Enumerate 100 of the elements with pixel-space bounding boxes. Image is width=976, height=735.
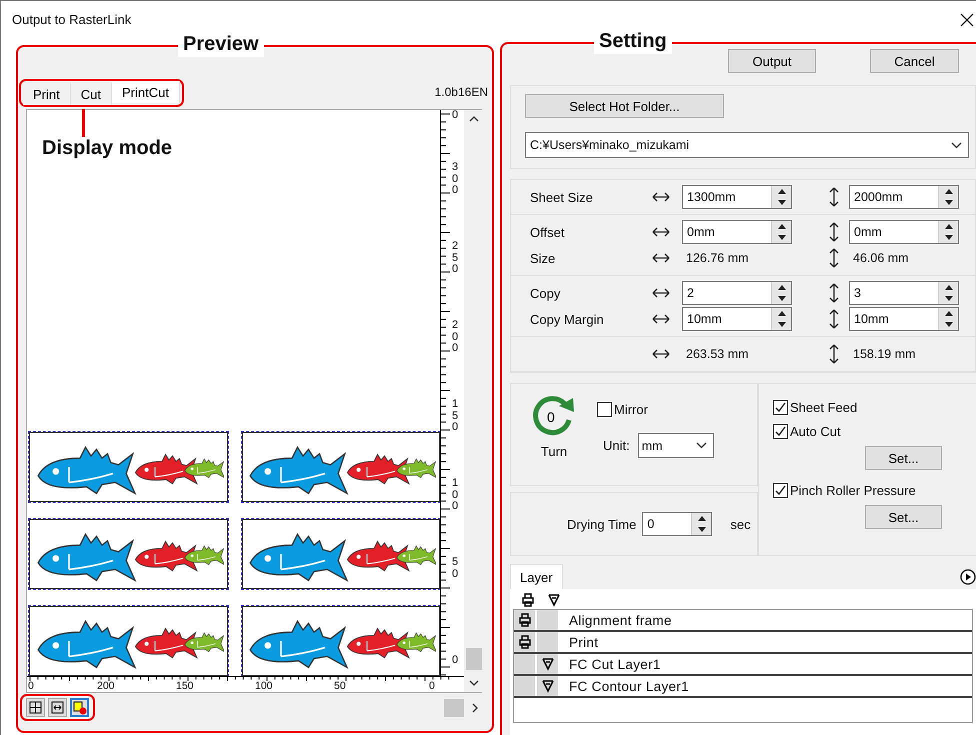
fit-width-icon [51,701,64,714]
layer-name[interactable]: Print [560,634,598,650]
layer-name[interactable]: FC Cut Layer1 [560,656,661,672]
printer-icon [518,635,532,649]
spin-buttons[interactable] [771,221,791,243]
dimension-label: Offset [530,224,566,240]
spin-buttons[interactable] [691,513,712,535]
number-field[interactable]: 0mm [849,220,959,244]
ruler-label: 150 [452,399,460,434]
checkbox[interactable] [597,402,612,417]
layer-name[interactable]: FC Contour Layer1 [560,678,689,694]
vertical-arrow-icon [829,187,839,207]
leader-line [82,109,85,137]
caret-icon [696,442,707,449]
print-toggle[interactable] [514,676,537,696]
spin-buttons[interactable] [938,221,958,243]
spin-buttons[interactable] [938,282,958,304]
unit-dropdown[interactable]: mm [638,433,714,458]
number-field[interactable]: 0mm [682,220,792,244]
set-button[interactable]: Set... [865,446,942,470]
checkbox[interactable] [773,424,788,439]
unit-label: Unit: [603,438,630,453]
view-button[interactable] [48,698,67,717]
scroll-thumb[interactable] [444,698,464,716]
printer-icon [518,613,532,627]
spin-buttons[interactable] [771,186,791,208]
dimension-value: 126.76 mm [685,251,750,265]
print-toggle[interactable] [514,610,537,630]
spin-buttons[interactable] [771,282,791,304]
play-icon[interactable] [960,569,976,585]
spin-buttons[interactable] [938,308,958,330]
cut-toggle[interactable] [537,632,560,652]
set-button[interactable]: Set... [865,505,942,529]
drying-time-label: Drying Time [567,516,636,532]
ruler-label: 250 [452,241,460,276]
dimension-label: Copy [530,286,562,300]
ruler-label: 50 [334,681,346,692]
folder-dropdown[interactable]: C:¥Users¥minako_mizukami [525,132,969,158]
select-folder-button[interactable]: Select Hot Folder... [525,94,724,118]
vertical-arrow-icon [829,283,839,303]
checkbox[interactable] [773,400,788,415]
print-toggle[interactable] [514,654,537,674]
view-button[interactable] [70,698,89,717]
dimension-label: Sheet Size [530,190,594,204]
dialog-button[interactable]: Cancel [870,49,959,73]
number-field[interactable]: 10mm [849,307,959,331]
checkbox[interactable] [773,483,788,498]
checkbox-label: Auto Cut [790,424,841,439]
ruler-label: 0 [429,681,435,692]
dimension-label: Size [530,250,556,266]
horizontal-arrow-icon [652,192,670,202]
ruler-label: 200 [97,681,115,692]
ruler-label: 0 [28,681,34,692]
tab[interactable]: Layer [510,564,563,589]
caret-icon [951,142,962,148]
spin-buttons[interactable] [938,186,958,208]
tab[interactable]: Print [23,83,71,105]
number-field[interactable]: 0 [642,512,712,536]
vertical-arrow-icon [829,309,839,329]
number-field[interactable]: 10mm [682,307,792,331]
checkbox-label: Pinch Roller Pressure [790,483,916,498]
fit-view-icon [29,701,42,714]
unit-label: sec [730,516,751,532]
horizontal-arrow-icon [652,314,670,324]
number-field[interactable]: 2 [682,281,792,305]
cut-toggle[interactable] [537,676,560,696]
ruler-label: 150 [176,681,194,692]
close-icon[interactable] [960,12,974,26]
cutter-icon [540,679,554,693]
version-label: 1.0b16EN [434,85,488,99]
vertical-arrow-icon [829,222,839,242]
horizontal-arrow-icon [652,227,670,237]
ruler-label: 100 [255,681,273,692]
layer-name[interactable]: Alignment frame [560,612,672,628]
spin-buttons[interactable] [771,308,791,330]
ruler-label: 100 [452,478,460,513]
ruler-label: 0 [452,655,460,667]
printer-icon [521,593,535,607]
ruler-label: 300 [452,162,460,197]
cut-toggle[interactable] [537,654,560,674]
horizontal-arrow-icon [652,288,670,298]
tab[interactable]: PrintCut [112,81,180,103]
dialog-button[interactable]: Output [728,49,816,73]
turn-label: Turn [540,444,568,459]
ruler-label: 0 [452,110,460,122]
dimension-value: 158.19 mm [852,347,917,361]
horizontal-arrow-icon [652,253,670,263]
number-field[interactable]: 3 [849,281,959,305]
view-button[interactable] [26,698,45,717]
cutter-icon [547,593,561,607]
color-preview-icon [72,700,86,714]
print-toggle[interactable] [514,632,537,652]
checkbox-label: Sheet Feed [790,400,858,415]
cutter-icon [540,657,554,671]
annotation-label: Display mode [42,137,172,160]
window-title: Output to RasterLink [12,12,132,27]
number-field[interactable]: 2000mm [849,185,959,209]
number-field[interactable]: 1300mm [682,185,792,209]
cut-toggle[interactable] [537,610,560,630]
scroll-thumb[interactable] [466,648,482,670]
